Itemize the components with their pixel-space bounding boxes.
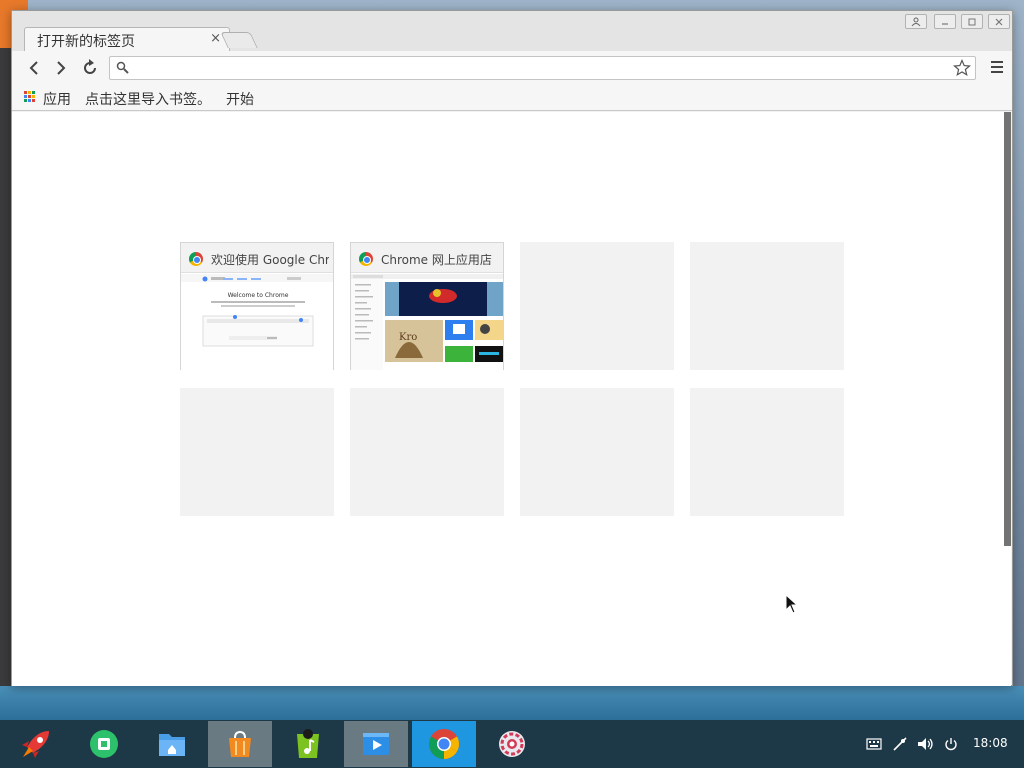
chrome-icon — [359, 252, 373, 266]
folder-icon — [159, 734, 185, 756]
power-icon[interactable] — [944, 737, 958, 751]
tile-header: Chrome 网上应用店 — [351, 243, 503, 273]
minimize-icon — [942, 22, 948, 25]
store-bag-icon — [90, 730, 118, 758]
browser-window: 打开新的标签页 × 应用 点击这里导入书签。 开始 欢迎使用 Google Ch… — [11, 10, 1013, 686]
minimize-button[interactable] — [934, 14, 956, 29]
keyboard-icon[interactable] — [866, 737, 882, 751]
desktop-wallpaper — [0, 686, 1024, 720]
search-icon — [116, 61, 129, 74]
shopping-bag-icon — [229, 730, 251, 757]
forward-arrow-icon — [57, 61, 66, 75]
most-visited-tile[interactable]: 欢迎使用 Google Chrome Welcome to Chrome — [180, 242, 334, 370]
mouse-cursor-icon — [785, 594, 799, 614]
music-button[interactable] — [276, 721, 340, 767]
tab-new-tab[interactable]: 打开新的标签页 × — [24, 27, 230, 52]
apps-grid-icon[interactable] — [24, 91, 35, 102]
video-button[interactable] — [344, 721, 408, 767]
network-icon[interactable] — [892, 737, 908, 751]
bookmarks-bar: 应用 点击这里导入书签。 开始 — [12, 85, 1012, 111]
most-visited-tile-empty — [690, 388, 844, 516]
rocket-icon — [22, 731, 49, 758]
address-bar[interactable] — [109, 56, 976, 80]
settings-button[interactable] — [480, 721, 544, 767]
reload-icon — [84, 59, 96, 74]
launcher-button[interactable] — [4, 721, 68, 767]
person-icon — [911, 17, 921, 26]
profile-button[interactable] — [905, 14, 927, 29]
tile-thumbnail-welcome: Welcome to Chrome — [181, 274, 333, 370]
new-tab-page: 欢迎使用 Google Chrome Welcome to Chrome — [12, 112, 1011, 686]
maximize-icon — [968, 18, 976, 25]
menu-icon[interactable] — [990, 60, 1004, 74]
volume-icon[interactable] — [917, 737, 935, 751]
taskbar: 18:08 — [0, 720, 1024, 768]
video-icon — [363, 733, 389, 755]
close-window-button[interactable] — [988, 14, 1010, 29]
apps-shortcut[interactable]: 应用 — [43, 89, 71, 109]
tab-close-icon[interactable]: × — [210, 31, 221, 46]
back-arrow-icon — [29, 61, 38, 75]
chrome-icon — [428, 729, 460, 759]
address-input[interactable] — [136, 59, 946, 77]
deepin-store-button[interactable] — [72, 721, 136, 767]
most-visited-tile-empty — [690, 242, 844, 370]
chrome-icon — [189, 252, 203, 266]
most-visited-tile-empty — [180, 388, 334, 516]
app-store-button[interactable] — [208, 721, 272, 767]
most-visited-tile-empty — [520, 242, 674, 370]
most-visited-tile-empty — [520, 388, 674, 516]
most-visited-tile[interactable]: Chrome 网上应用店 Kro — [350, 242, 504, 370]
settings-icon — [499, 731, 525, 757]
tile-title: Chrome 网上应用店 — [381, 253, 492, 267]
new-tab-button[interactable] — [220, 32, 258, 48]
bookmark-star-icon[interactable] — [953, 59, 971, 77]
tile-header: 欢迎使用 Google Chrome — [181, 243, 333, 273]
clock[interactable]: 18:08 — [973, 736, 1008, 750]
music-icon — [297, 729, 319, 758]
tab-title: 打开新的标签页 — [37, 34, 135, 50]
reload-button[interactable] — [80, 58, 100, 78]
forward-button[interactable] — [51, 58, 71, 78]
close-icon — [995, 18, 1003, 25]
import-bookmarks-text: 点击这里导入书签。 — [85, 92, 211, 108]
svg-text:Kro: Kro — [399, 332, 417, 343]
most-visited-tile-empty — [350, 388, 504, 516]
scrollbar[interactable] — [1004, 112, 1011, 546]
tile-thumbnail-webstore: Kro — [351, 274, 503, 370]
welcome-heading: Welcome to Chrome — [228, 292, 289, 299]
toolbar — [12, 51, 1012, 85]
maximize-button[interactable] — [961, 14, 983, 29]
title-bar: 打开新的标签页 × — [12, 11, 1012, 52]
import-start-link[interactable]: 开始 — [226, 89, 254, 109]
back-button[interactable] — [24, 58, 44, 78]
tile-title: 欢迎使用 Google Chrome — [211, 253, 329, 267]
file-manager-button[interactable] — [140, 721, 204, 767]
chrome-button[interactable] — [412, 721, 476, 767]
